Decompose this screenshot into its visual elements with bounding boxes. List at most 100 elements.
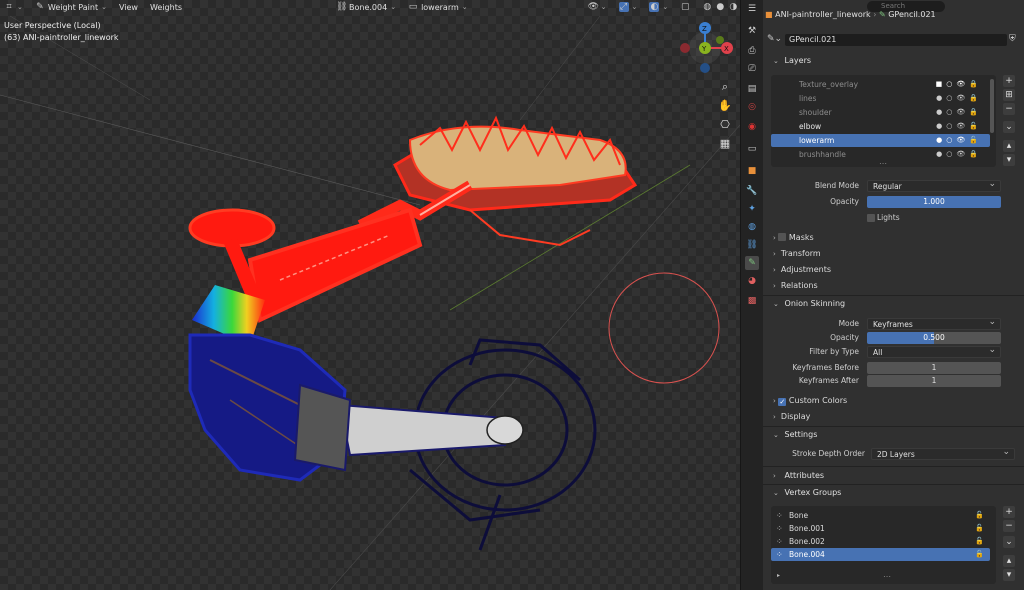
object-tab-icon[interactable]: ■: [745, 164, 759, 178]
material-tab-icon[interactable]: ◕: [745, 274, 759, 288]
visual-effects-tab-icon[interactable]: ✦: [745, 202, 759, 216]
list-resize-grip[interactable]: ⋯: [883, 572, 891, 581]
stroke-depth-order-dropdown[interactable]: 2D Layers: [871, 446, 1015, 460]
grid-perspective-icon[interactable]: ▦: [718, 137, 732, 151]
viewport-info: User Perspective (Local) (63) ANI-paintr…: [4, 20, 119, 44]
breadcrumb-data: GPencil.021: [888, 10, 936, 19]
move-down-icon[interactable]: ▾: [1003, 154, 1015, 166]
fake-user-shield-icon[interactable]: ⛨: [1009, 34, 1016, 44]
gpencil-data-field[interactable]: GPencil.021: [785, 34, 1007, 46]
relations-subpanel[interactable]: › Relations: [773, 279, 818, 293]
list-item[interactable]: lines ●○👁🔒: [771, 92, 990, 105]
lights-checkbox[interactable]: [867, 214, 875, 222]
xray-toggle[interactable]: ▢: [680, 2, 690, 12]
list-scrollbar[interactable]: [990, 79, 994, 133]
vertex-groups-list[interactable]: ⁘ Bone 🔓 ⁘ Bone.001 🔓 ⁘ Bone.002 🔓 ⁘ Bone.004 🔓 …: [771, 506, 996, 584]
onion-mode-dropdown[interactable]: Keyframes: [867, 316, 1001, 330]
zoom-icon[interactable]: ⌕: [718, 80, 732, 94]
custom-colors-checkbox[interactable]: ✓: [778, 398, 787, 406]
custom-colors-subpanel[interactable]: › ✓ Custom Colors: [773, 394, 847, 408]
list-item[interactable]: Texture_overlay ■○👁🔒: [771, 78, 990, 91]
collection-tab-icon[interactable]: ▭: [745, 142, 759, 156]
render-tab-icon[interactable]: ⎙: [745, 44, 759, 58]
layers-list[interactable]: Texture_overlay ■○👁🔒 lines ●○👁🔒 shoulder ●○…: [771, 75, 996, 168]
vertex-group-specials-icon[interactable]: ⌄: [1003, 536, 1015, 548]
keyframes-before-field[interactable]: 1: [867, 362, 1001, 374]
selectability-button[interactable]: 👁 ⌄: [588, 2, 607, 12]
add-layer-button[interactable]: +: [1003, 75, 1015, 87]
camera-icon[interactable]: ⎔: [718, 118, 732, 132]
world-tab-icon[interactable]: ◉: [745, 120, 759, 134]
view-layer-tab-icon[interactable]: ▤: [745, 82, 759, 96]
constraints-tab-icon[interactable]: ⛓: [745, 238, 759, 252]
layer-opacity-slider[interactable]: 1.000: [867, 196, 1001, 208]
tool-tab-icon[interactable]: ⚒: [745, 24, 759, 38]
menu-weights[interactable]: Weights: [150, 3, 182, 12]
layer-icon: ▭: [408, 2, 418, 12]
menu-view[interactable]: View: [119, 3, 138, 12]
editor-type-button[interactable]: ⌗ ⌄: [4, 2, 22, 12]
chevron-down-icon: ⌄: [773, 489, 779, 497]
modifiers-tab-icon[interactable]: 🔧: [745, 184, 759, 198]
onion-skinning-panel-header[interactable]: ⌄ Onion Skinning: [765, 296, 1023, 312]
move-up-icon[interactable]: ▴: [1003, 140, 1015, 152]
list-item[interactable]: ⁘ Bone.002 🔓: [771, 535, 990, 548]
list-item[interactable]: ⁘ Bone 🔓: [771, 509, 990, 522]
gpencil-data-icon[interactable]: ✎⌄: [767, 34, 782, 44]
list-item[interactable]: ⁘ Bone.001 🔓: [771, 522, 990, 535]
onion-opacity-slider[interactable]: 0.500: [867, 332, 1001, 344]
wireframe-shading-icon[interactable]: ◍: [702, 2, 712, 12]
masks-checkbox[interactable]: [778, 233, 787, 241]
viewport-canvas: X Z Y: [0, 15, 740, 590]
list-item[interactable]: elbow ●○👁🔓: [771, 120, 990, 133]
settings-panel-header[interactable]: ⌄ Settings: [765, 427, 1023, 443]
chevron-down-icon: ⌄: [773, 300, 779, 308]
adjustments-subpanel[interactable]: › Adjustments: [773, 263, 831, 277]
properties-content: Search ■ ANI-paintroller_linework › ✎ GP…: [763, 0, 1024, 590]
move-up-icon[interactable]: ▴: [1003, 555, 1015, 567]
gizmo-x-label: X: [724, 45, 729, 53]
bone-selector[interactable]: ⛓ Bone.004 ⌄: [336, 2, 396, 12]
add-layer-group-icon[interactable]: ⊞: [1003, 89, 1015, 101]
output-tab-icon[interactable]: ⎚: [745, 62, 759, 76]
solid-shading-icon[interactable]: ●: [715, 2, 725, 12]
keyframes-after-field[interactable]: 1: [867, 375, 1001, 387]
stroke-depth-order-label: Stroke Depth Order: [792, 449, 865, 458]
move-down-icon[interactable]: ▾: [1003, 569, 1015, 581]
visibility-icon: 👁: [587, 2, 600, 12]
list-item-selected[interactable]: ⁘ Bone.004 🔓: [771, 548, 990, 561]
remove-vertex-group-button[interactable]: −: [1003, 520, 1015, 532]
texture-tab-icon[interactable]: ▩: [745, 294, 759, 308]
3d-viewport[interactable]: X Z Y ⌗ ⌄ ✎ Weight Paint ⌄ View Weights ⛓ …: [0, 0, 740, 590]
masks-subpanel[interactable]: › Masks: [773, 231, 814, 245]
gizmo-toggle[interactable]: ⤢ ⌄: [618, 2, 637, 12]
attributes-panel-header[interactable]: › Attributes: [765, 468, 1023, 484]
add-vertex-group-button[interactable]: +: [1003, 506, 1015, 518]
list-resize-grip[interactable]: ⋯: [879, 159, 887, 168]
unlock-icon: 🔓: [975, 511, 984, 519]
layer-specials-icon[interactable]: ⌄: [1003, 121, 1015, 133]
display-subpanel[interactable]: › Display: [773, 410, 810, 424]
list-item[interactable]: shoulder ●○👁🔒: [771, 106, 990, 119]
overlay-toggle[interactable]: ◐ ⌄: [649, 2, 668, 12]
vertex-groups-panel-header[interactable]: ⌄ Vertex Groups: [765, 485, 1023, 501]
unlock-icon: 🔓: [975, 524, 984, 532]
list-item-selected[interactable]: lowerarm ●○👁🔓: [771, 134, 990, 147]
blend-mode-dropdown[interactable]: Regular: [867, 178, 1001, 192]
filter-options-icon[interactable]: ▸: [777, 572, 780, 579]
panel-divider: [763, 466, 1024, 467]
scene-tab-icon[interactable]: ◎: [745, 100, 759, 114]
shading-modes[interactable]: ◍ ● ◑ ◒ ⌄: [702, 2, 740, 12]
remove-layer-button[interactable]: −: [1003, 103, 1015, 115]
mode-selector[interactable]: ✎ Weight Paint ⌄: [35, 2, 107, 12]
pan-hand-icon[interactable]: ✋: [718, 99, 732, 113]
material-shading-icon[interactable]: ◑: [728, 2, 738, 12]
object-data-tab-icon[interactable]: ✎: [745, 256, 759, 270]
transform-subpanel[interactable]: › Transform: [773, 247, 821, 261]
object-breadcrumb-icon: ■: [765, 10, 773, 19]
layers-panel-header[interactable]: ⌄ Layers: [765, 53, 1023, 69]
layer-selector[interactable]: ▭ lowerarm ⌄: [408, 2, 468, 12]
filter-by-type-dropdown[interactable]: All: [867, 344, 1001, 358]
physics-tab-icon[interactable]: ◍: [745, 220, 759, 234]
properties-editor-type-icon[interactable]: ☰: [745, 2, 759, 16]
